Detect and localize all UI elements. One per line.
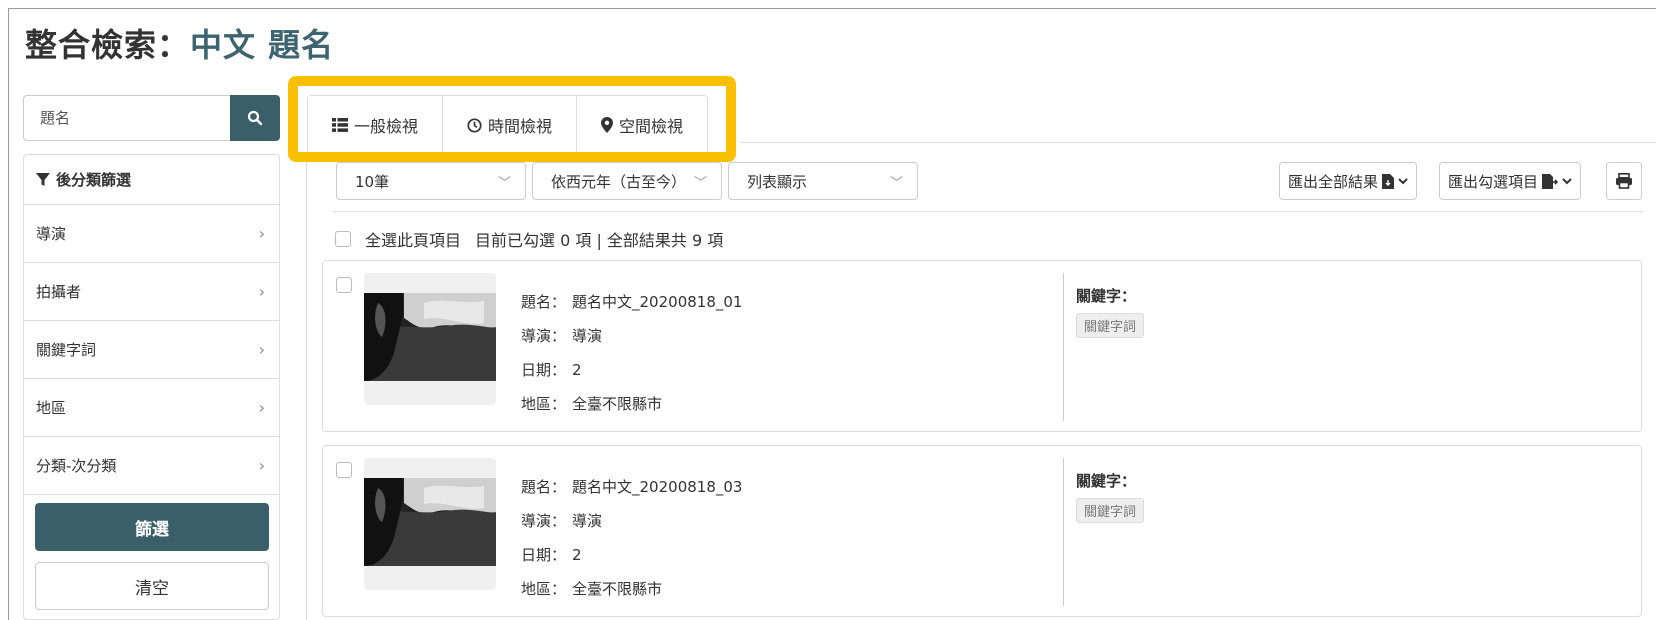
card-divider — [1063, 273, 1064, 421]
date-label: 日期： — [521, 546, 567, 564]
result-card: 題名： 題名中文_20200818_03 導演： 導演 日期： 2 地區： 全臺不限縣市… — [322, 445, 1642, 617]
filter-item-label: 分類-次分類 — [36, 457, 117, 475]
chevron-down-icon: ﹀ — [497, 175, 511, 191]
result-date-row: 日期： 2 — [521, 538, 742, 572]
export-selected-label: 匯出勾選項目 — [1448, 172, 1539, 191]
director-label: 導演： — [521, 512, 567, 530]
filter-item-category[interactable]: 分類-次分類 › — [24, 437, 279, 495]
chevron-right-icon: › — [258, 456, 265, 475]
filter-heading-label: 後分類篩選 — [56, 171, 132, 189]
result-info: 題名： 題名中文_20200818_03 導演： 導演 日期： 2 地區： 全臺不限縣市 — [521, 470, 742, 606]
chevron-down-icon — [1398, 178, 1408, 185]
thumbnail-image — [364, 478, 496, 566]
chevron-right-icon: › — [258, 398, 265, 417]
select-all-label: 全選此頁項目 — [365, 231, 462, 250]
date-label: 日期： — [521, 361, 567, 379]
select-all-checkbox[interactable] — [335, 231, 351, 247]
thumbnail-image — [364, 293, 496, 381]
region-label: 地區： — [521, 580, 567, 598]
print-icon — [1616, 173, 1632, 189]
page-size-value: 10筆 — [355, 172, 390, 191]
keyword-tag[interactable]: 關鍵字詞 — [1076, 498, 1145, 523]
result-card: 題名： 題名中文_20200818_01 導演： 導演 日期： 2 地區： 全臺不限縣市… — [322, 260, 1642, 432]
result-info: 題名： 題名中文_20200818_01 導演： 導演 日期： 2 地區： 全臺不限縣市 — [521, 285, 742, 421]
select-all-row: 全選此頁項目 目前已勾選 0 項 | 全部結果共 9 項 — [335, 227, 723, 251]
result-date: 2 — [572, 546, 582, 564]
filter-item-photographer[interactable]: 拍攝者 › — [24, 263, 279, 321]
filter-item-keywords[interactable]: 關鍵字詞 › — [24, 321, 279, 379]
filter-heading: 後分類篩選 — [24, 155, 279, 205]
display-value: 列表顯示 — [747, 172, 808, 191]
keyword-heading: 關鍵字： — [1076, 472, 1137, 490]
export-selected-button[interactable]: 匯出勾選項目 — [1439, 162, 1582, 200]
result-thumbnail[interactable] — [364, 458, 496, 590]
page-title: 整合檢索：中文 題名 — [25, 20, 334, 66]
tabs-highlight-box — [288, 76, 736, 162]
export-all-label: 匯出全部結果 — [1288, 172, 1379, 191]
page-title-query: 中文 題名 — [190, 26, 335, 64]
file-export-icon — [1542, 173, 1559, 189]
toolbar-divider — [333, 211, 1643, 212]
result-director-row: 導演： 導演 — [521, 319, 742, 353]
page-title-prefix: 整合檢索： — [25, 26, 191, 64]
result-checkbox[interactable] — [336, 277, 352, 293]
result-title-row: 題名： 題名中文_20200818_01 — [521, 285, 742, 319]
result-director: 導演 — [572, 327, 603, 345]
result-title-row: 題名： 題名中文_20200818_03 — [521, 470, 742, 504]
content-left-border — [306, 155, 307, 620]
result-title[interactable]: 題名中文_20200818_03 — [572, 478, 742, 496]
filter-icon — [36, 172, 50, 186]
file-download-icon — [1382, 173, 1395, 189]
search-icon — [247, 110, 263, 126]
sort-select[interactable]: 依西元年（古至今） ﹀ — [532, 162, 722, 200]
keyword-tag[interactable]: 關鍵字詞 — [1076, 313, 1145, 338]
card-divider — [1063, 458, 1064, 606]
keyword-heading: 關鍵字： — [1076, 287, 1137, 305]
result-region: 全臺不限縣市 — [572, 395, 663, 413]
filter-item-label: 導演 — [36, 225, 67, 243]
result-region-row: 地區： 全臺不限縣市 — [521, 387, 742, 421]
result-title[interactable]: 題名中文_20200818_01 — [572, 293, 742, 311]
selection-status: 目前已勾選 0 項 | 全部結果共 9 項 — [475, 231, 724, 250]
result-date: 2 — [572, 361, 582, 379]
search-button[interactable] — [230, 95, 280, 141]
chevron-down-icon: ﹀ — [693, 175, 707, 191]
region-label: 地區： — [521, 395, 567, 413]
chevron-down-icon: ﹀ — [889, 175, 903, 191]
chevron-right-icon: › — [258, 224, 265, 243]
result-director-row: 導演： 導演 — [521, 504, 742, 538]
filter-item-region[interactable]: 地區 › — [24, 379, 279, 437]
clear-filter-button[interactable]: 清空 — [35, 562, 269, 610]
search-input[interactable]: 題名 — [23, 95, 230, 141]
filter-item-label: 地區 — [36, 399, 67, 417]
filter-item-label: 關鍵字詞 — [36, 341, 97, 359]
export-all-button[interactable]: 匯出全部結果 — [1279, 162, 1418, 200]
filter-panel: 後分類篩選 導演 › 拍攝者 › 關鍵字詞 › 地區 › 分類-次分類 › 篩選… — [23, 154, 280, 620]
print-button[interactable] — [1606, 162, 1642, 200]
chevron-right-icon: › — [258, 340, 265, 359]
sort-value: 依西元年（古至今） — [551, 172, 687, 191]
result-region-row: 地區： 全臺不限縣市 — [521, 572, 742, 606]
result-checkbox[interactable] — [336, 462, 352, 478]
chevron-right-icon: › — [258, 282, 265, 301]
page-size-select[interactable]: 10筆 ﹀ — [336, 162, 526, 200]
result-region: 全臺不限縣市 — [572, 580, 663, 598]
result-date-row: 日期： 2 — [521, 353, 742, 387]
apply-filter-button[interactable]: 篩選 — [35, 503, 269, 551]
title-label: 題名： — [521, 293, 567, 311]
display-select[interactable]: 列表顯示 ﹀ — [728, 162, 918, 200]
filter-item-label: 拍攝者 — [36, 283, 82, 301]
chevron-down-icon — [1562, 178, 1572, 185]
director-label: 導演： — [521, 327, 567, 345]
result-director: 導演 — [572, 512, 603, 530]
title-label: 題名： — [521, 478, 567, 496]
filter-item-director[interactable]: 導演 › — [24, 205, 279, 263]
result-thumbnail[interactable] — [364, 273, 496, 405]
content-top-border — [740, 142, 1656, 143]
